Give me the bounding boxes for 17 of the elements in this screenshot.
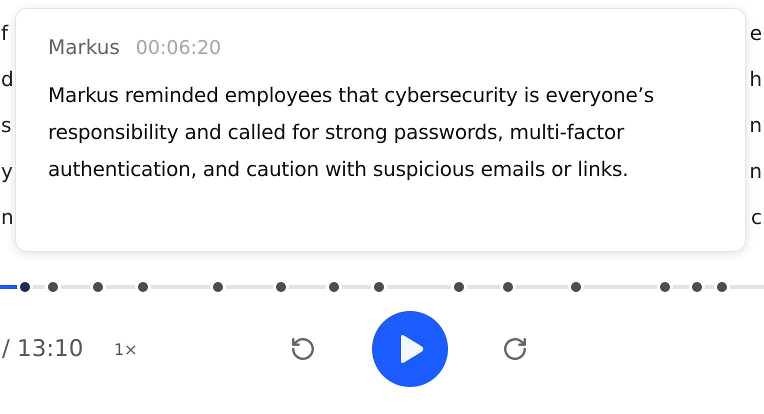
rewind-icon <box>290 336 316 362</box>
duration-text: / 13:10 <box>2 336 84 362</box>
summary-text: Markus reminded employees that cybersecurity is everyone’s responsibility and called for strong passwords, multi-factor authentication, and caution with suspicious emails or links. <box>48 82 655 183</box>
transcript-text: s <box>1 114 12 136</box>
forward-icon <box>502 336 528 362</box>
speaker-name: Markus <box>48 35 120 59</box>
transcript-text: f <box>1 22 8 44</box>
transcript-text: c <box>751 206 762 228</box>
transcript-text: h <box>749 68 762 90</box>
timestamp: 00:06:20 <box>136 37 222 59</box>
transcript-text: n <box>749 114 762 136</box>
transcript-text: d <box>1 68 14 90</box>
transcript-text: e <box>750 22 762 44</box>
transcript-text: n <box>1 206 14 228</box>
transcript-text: n <box>749 160 762 182</box>
speed-button[interactable]: 1× <box>114 340 288 358</box>
transcript-text: y <box>1 160 13 182</box>
